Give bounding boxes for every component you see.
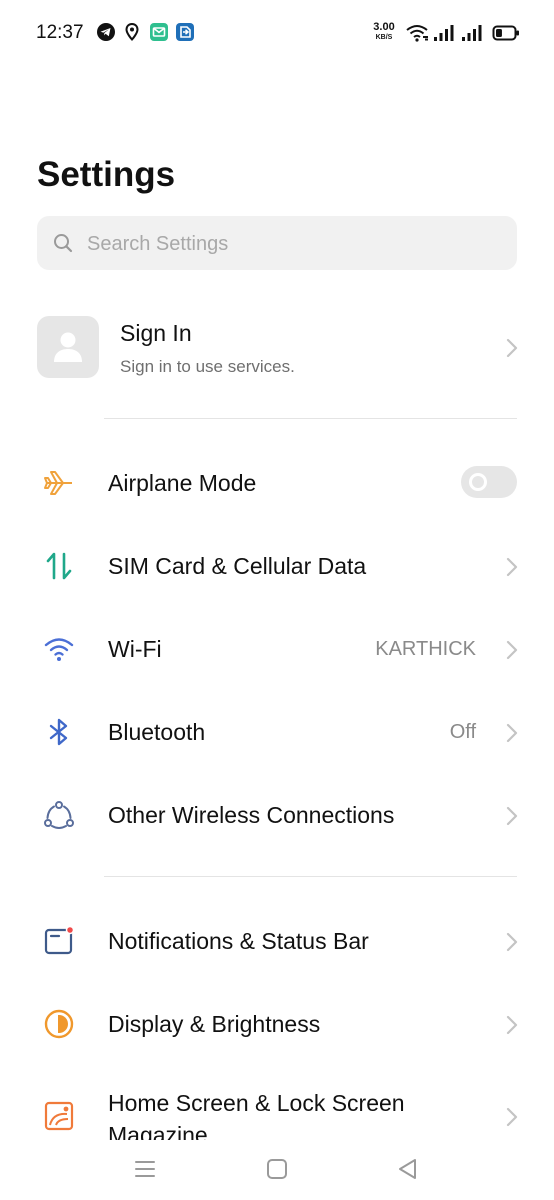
navigation-bar bbox=[0, 1140, 554, 1200]
status-time: 12:37 bbox=[36, 22, 84, 43]
setting-label: Display & Brightness bbox=[108, 1011, 321, 1037]
menu-icon[interactable] bbox=[130, 1154, 160, 1184]
sign-in-subtitle: Sign in to use services. bbox=[120, 357, 295, 376]
wifi-icon bbox=[44, 638, 74, 661]
battery-icon bbox=[492, 24, 519, 46]
user-icon bbox=[54, 332, 82, 362]
display-brightness-icon bbox=[44, 1009, 74, 1039]
notification-icon bbox=[44, 925, 75, 955]
airplane-mode-toggle[interactable] bbox=[461, 466, 517, 498]
sim-data-icon bbox=[46, 552, 72, 580]
back-icon[interactable] bbox=[393, 1154, 423, 1184]
setting-label: Bluetooth bbox=[108, 719, 206, 745]
wifi-network-name: KARTHICK bbox=[375, 638, 476, 660]
account-sign-in[interactable]: Sign In Sign in to use services. bbox=[0, 300, 554, 400]
search-icon bbox=[54, 234, 73, 253]
app-icon bbox=[175, 22, 197, 44]
setting-wifi[interactable]: Wi-Fi KARTHICK bbox=[0, 608, 554, 688]
bluetooth-status: Off bbox=[449, 721, 476, 743]
mail-app-icon bbox=[149, 22, 171, 44]
page-title: Settings bbox=[37, 155, 176, 194]
sign-in-title: Sign In bbox=[120, 320, 192, 346]
search-bar[interactable] bbox=[37, 216, 517, 272]
chevron-right-icon bbox=[506, 932, 518, 952]
setting-airplane-mode[interactable]: Airplane Mode bbox=[0, 442, 554, 522]
setting-label: Wi-Fi bbox=[108, 636, 162, 662]
network-speed-value: 3.00 bbox=[373, 21, 395, 33]
avatar bbox=[37, 316, 99, 378]
home-screen-icon bbox=[44, 1101, 74, 1131]
search-input[interactable] bbox=[85, 216, 509, 272]
location-icon bbox=[124, 22, 146, 44]
setting-bluetooth[interactable]: Bluetooth Off bbox=[0, 691, 554, 771]
setting-notifications[interactable]: Notifications & Status Bar bbox=[0, 900, 554, 980]
setting-home-screen[interactable]: Home Screen & Lock Screen Magazine bbox=[0, 1076, 554, 1140]
network-speed: 3.00 KB/S bbox=[369, 21, 399, 42]
setting-sim-card[interactable]: SIM Card & Cellular Data bbox=[0, 525, 554, 605]
setting-label: Airplane Mode bbox=[108, 470, 257, 496]
setting-display-brightness[interactable]: Display & Brightness bbox=[0, 983, 554, 1063]
connections-icon bbox=[44, 801, 74, 829]
toggle-knob bbox=[469, 473, 487, 491]
signal-icon bbox=[461, 24, 483, 46]
chevron-right-icon bbox=[506, 338, 518, 358]
wifi-icon bbox=[405, 24, 428, 46]
divider bbox=[104, 876, 517, 877]
setting-label: Notifications & Status Bar bbox=[108, 928, 369, 954]
setting-label: SIM Card & Cellular Data bbox=[108, 553, 367, 579]
chevron-right-icon bbox=[506, 640, 518, 660]
chevron-right-icon bbox=[506, 806, 518, 826]
network-speed-unit: KB/S bbox=[375, 34, 393, 41]
signal-icon bbox=[433, 24, 455, 46]
chevron-right-icon bbox=[506, 1015, 518, 1035]
divider bbox=[104, 418, 517, 419]
home-icon[interactable] bbox=[262, 1154, 292, 1184]
setting-label: Home Screen & Lock Screen Magazine bbox=[108, 1090, 405, 1140]
setting-other-wireless[interactable]: Other Wireless Connections bbox=[0, 774, 554, 854]
bluetooth-icon bbox=[49, 718, 68, 746]
status-bar: 12:37 3.00 KB/S bbox=[0, 0, 554, 66]
chevron-right-icon bbox=[506, 723, 518, 743]
setting-label: Other Wireless Connections bbox=[108, 802, 395, 828]
chevron-right-icon bbox=[506, 1107, 518, 1127]
chevron-right-icon bbox=[506, 557, 518, 577]
airplane-icon bbox=[44, 471, 72, 495]
telegram-icon bbox=[96, 22, 118, 44]
